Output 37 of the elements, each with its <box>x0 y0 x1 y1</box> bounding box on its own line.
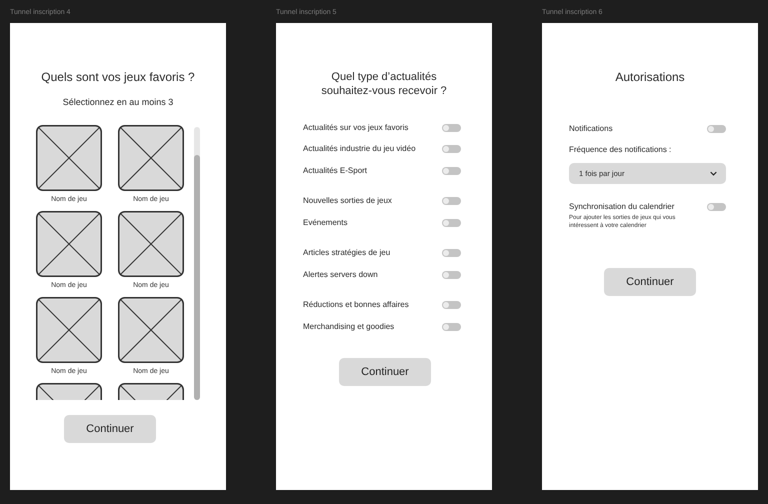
option-label: Evénements <box>303 218 348 228</box>
placeholder-image[interactable] <box>36 297 102 363</box>
toggle-switch[interactable] <box>442 301 461 310</box>
option-label: Synchronisation du calendrier <box>569 202 674 212</box>
option-label: Actualités E-Sport <box>303 166 368 176</box>
toggle-switch[interactable] <box>442 218 461 227</box>
toggle-switch[interactable] <box>442 249 461 258</box>
option-label: Actualités industrie du jeu vidéo <box>303 144 416 154</box>
screen-title: Autorisations <box>614 69 686 86</box>
field-label: Fréquence des notifications : <box>569 144 672 156</box>
toggle-switch[interactable] <box>442 145 461 154</box>
screen-title: Quel type d’actualités souhaitez-vous recevoir ? <box>320 70 448 98</box>
option-label: Actualités sur vos jeux favoris <box>303 122 408 133</box>
placeholder-image[interactable] <box>118 125 184 191</box>
placeholder-image[interactable] <box>118 211 184 277</box>
continue-button[interactable]: Continuer <box>339 358 431 386</box>
option-label: Merchandising et goodies <box>303 322 394 332</box>
toggle-switch[interactable] <box>707 203 726 211</box>
option-label: Alertes servers down <box>303 270 378 280</box>
chevron-down-icon <box>710 171 717 176</box>
continue-button[interactable]: Continuer <box>604 268 696 296</box>
toggle-switch[interactable] <box>707 125 726 133</box>
toggle-switch[interactable] <box>442 322 461 331</box>
toggle-switch[interactable] <box>442 270 461 279</box>
screen-subtitle: Sélectionnez en au moins 3 <box>62 96 174 108</box>
placeholder-image[interactable] <box>118 297 184 363</box>
option-label: Articles stratégies de jeu <box>303 248 390 258</box>
placeholder-image[interactable] <box>36 211 102 277</box>
option-label: Nouvelles sorties de jeux <box>303 196 392 206</box>
toggle-switch[interactable] <box>442 197 461 206</box>
option-label: Notifications <box>569 124 613 134</box>
continue-button[interactable]: Continuer <box>64 415 156 443</box>
placeholder-image[interactable] <box>36 125 102 191</box>
toggle-switch[interactable] <box>442 166 461 175</box>
option-label: Réductions et bonnes affaires <box>303 300 409 310</box>
screen-title: Quels sont vos jeux favoris ? <box>40 69 196 86</box>
toggle-switch[interactable] <box>442 124 461 132</box>
